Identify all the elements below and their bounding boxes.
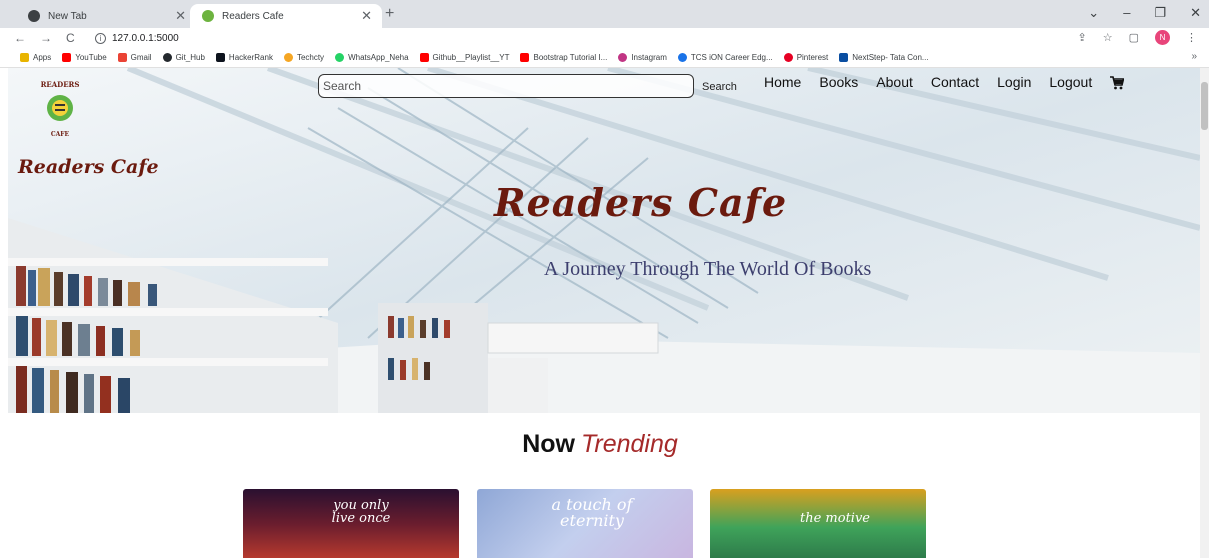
bookmark-instagram[interactable]: Instagram [618, 53, 667, 62]
bookmark-label: NextStep- Tata Con... [852, 53, 929, 62]
readers-cafe-logo[interactable]: READERS CAFE [32, 78, 88, 140]
nav-contact[interactable]: Contact [931, 74, 979, 90]
tab-new-tab[interactable]: New Tab ✕ [16, 4, 196, 28]
chrome-icon [28, 10, 40, 22]
book-card[interactable]: you only live once [243, 489, 459, 558]
book-card[interactable]: the motive [710, 489, 926, 558]
scrollbar-thumb[interactable] [1201, 82, 1208, 130]
close-icon[interactable]: ✕ [175, 8, 186, 24]
search-button[interactable]: Search [702, 81, 737, 93]
address-bar[interactable]: i 127.0.0.1:5000 [95, 30, 179, 46]
bookmark-label: WhatsApp_Neha [348, 53, 409, 62]
techcty-icon [283, 53, 293, 62]
bookmark-whatsapp[interactable]: WhatsApp_Neha [335, 53, 409, 62]
main-nav: Home Books About Contact Login Logout [764, 74, 1125, 90]
hero-banner: READERS CAFE Readers Cafe Search Home Bo… [8, 68, 1200, 413]
url-text: 127.0.0.1:5000 [112, 32, 179, 44]
chevron-down-icon[interactable]: ⌄ [1088, 5, 1099, 21]
book-cover-title: the motive [800, 511, 870, 526]
power-icon [677, 53, 687, 62]
window-controls: ⌄ – ❐ ✕ [1088, 5, 1201, 21]
forward-button[interactable]: → [40, 31, 52, 45]
reload-button[interactable]: C [66, 31, 75, 45]
side-panel-icon[interactable]: ▢ [1129, 31, 1139, 44]
instagram-icon [618, 53, 628, 62]
bookmark-label: YouTube [75, 53, 107, 62]
bookmark-github-playlist[interactable]: Github__Playlist__YT [419, 53, 510, 62]
hero-tagline: A Journey Through The World Of Books [544, 258, 872, 280]
book-cover-title: you only live once [331, 498, 391, 526]
logo-text-top: READERS [41, 80, 80, 89]
close-window-button[interactable]: ✕ [1190, 5, 1201, 21]
star-icon[interactable]: ☆ [1103, 31, 1113, 44]
bookmark-label: Git_Hub [175, 53, 205, 62]
logo-text-bottom: CAFE [51, 131, 70, 138]
tab-title: New Tab [48, 10, 87, 22]
book-cover-title: a touch of eternity [551, 495, 633, 530]
tcs-icon [839, 53, 849, 62]
share-icon[interactable]: ⇪ [1078, 31, 1087, 44]
info-icon[interactable]: i [95, 32, 106, 44]
youtube-icon [62, 53, 72, 62]
avatar[interactable]: N [1155, 30, 1170, 45]
nav-home[interactable]: Home [764, 74, 801, 90]
nav-logout[interactable]: Logout [1049, 74, 1092, 90]
nav-login[interactable]: Login [997, 74, 1031, 90]
gmail-icon [117, 53, 127, 62]
bookmark-bootstrap[interactable]: Bootstrap Tutorial I... [520, 53, 607, 62]
site-favicon-icon [202, 10, 214, 22]
bookmark-hackerrank[interactable]: HackerRank [215, 53, 273, 62]
bookmark-youtube[interactable]: YouTube [62, 53, 107, 62]
apps-grid-icon [20, 53, 29, 62]
tab-readers-cafe[interactable]: Readers Cafe ✕ [190, 4, 382, 28]
bookmark-gmail[interactable]: Gmail [117, 53, 152, 62]
menu-icon[interactable]: ⋮ [1186, 31, 1197, 44]
section-heading-trending: Now Trending [0, 430, 1200, 459]
minimize-button[interactable]: – [1123, 5, 1130, 21]
page-scrollbar[interactable] [1200, 68, 1209, 558]
nav-about[interactable]: About [876, 74, 913, 90]
book-card[interactable]: a touch of eternity [477, 489, 693, 558]
bookmark-label: TCS iON Career Edg... [690, 53, 773, 62]
nav-books[interactable]: Books [819, 74, 858, 90]
bookmark-label: Pinterest [796, 53, 829, 62]
bookmark-label: Instagram [631, 53, 667, 62]
bookmark-label: Gmail [130, 53, 152, 62]
search-input[interactable] [318, 74, 694, 98]
pinterest-icon [783, 53, 793, 62]
restore-button[interactable]: ❐ [1154, 5, 1166, 21]
library-background-image [8, 68, 1200, 413]
back-button[interactable]: ← [14, 31, 26, 45]
bookmark-nextstep[interactable]: NextStep- Tata Con... [839, 53, 929, 62]
youtube-icon [520, 53, 530, 62]
bookmark-github[interactable]: Git_Hub [162, 53, 205, 62]
github-icon [162, 53, 172, 62]
bookmark-label: HackerRank [228, 53, 273, 62]
page-viewport: READERS CAFE Readers Cafe Search Home Bo… [0, 68, 1209, 558]
youtube-icon [419, 53, 429, 62]
hero-title: Readers Cafe [494, 180, 788, 225]
browser-toolbar: ← → C i 127.0.0.1:5000 ⇪ ☆ ▢ N ⋮ [0, 28, 1209, 48]
bookmark-label: Bootstrap Tutorial I... [533, 53, 608, 62]
bookmark-label: Apps [33, 53, 52, 62]
bookmark-techcty[interactable]: Techcty [283, 53, 325, 62]
brand-name[interactable]: Readers Cafe [18, 156, 159, 178]
new-tab-button[interactable]: + [385, 5, 394, 23]
heading-prefix: Now [522, 430, 575, 458]
hackerrank-icon [215, 53, 225, 62]
bookmark-label: Github__Playlist__YT [432, 53, 510, 62]
bookmark-tcs-ion[interactable]: TCS iON Career Edg... [677, 53, 773, 62]
bookmark-label: Techcty [296, 53, 325, 62]
bookmark-pinterest[interactable]: Pinterest [783, 53, 829, 62]
chevron-right-icon[interactable]: » [1191, 51, 1197, 62]
tab-title: Readers Cafe [222, 10, 284, 22]
toolbar-actions: ⇪ ☆ ▢ N ⋮ [1078, 30, 1197, 45]
bookmarks-bar: Apps YouTube Gmail Git_Hub HackerRank Te… [0, 48, 1209, 68]
close-icon[interactable]: ✕ [361, 8, 372, 24]
bookmark-apps[interactable]: Apps [20, 53, 51, 62]
tab-strip: New Tab ✕ Readers Cafe ✕ + ⌄ – ❐ ✕ [0, 0, 1209, 28]
heading-accent: Trending [580, 430, 678, 458]
cart-icon[interactable] [1110, 76, 1125, 90]
whatsapp-icon [335, 53, 345, 62]
